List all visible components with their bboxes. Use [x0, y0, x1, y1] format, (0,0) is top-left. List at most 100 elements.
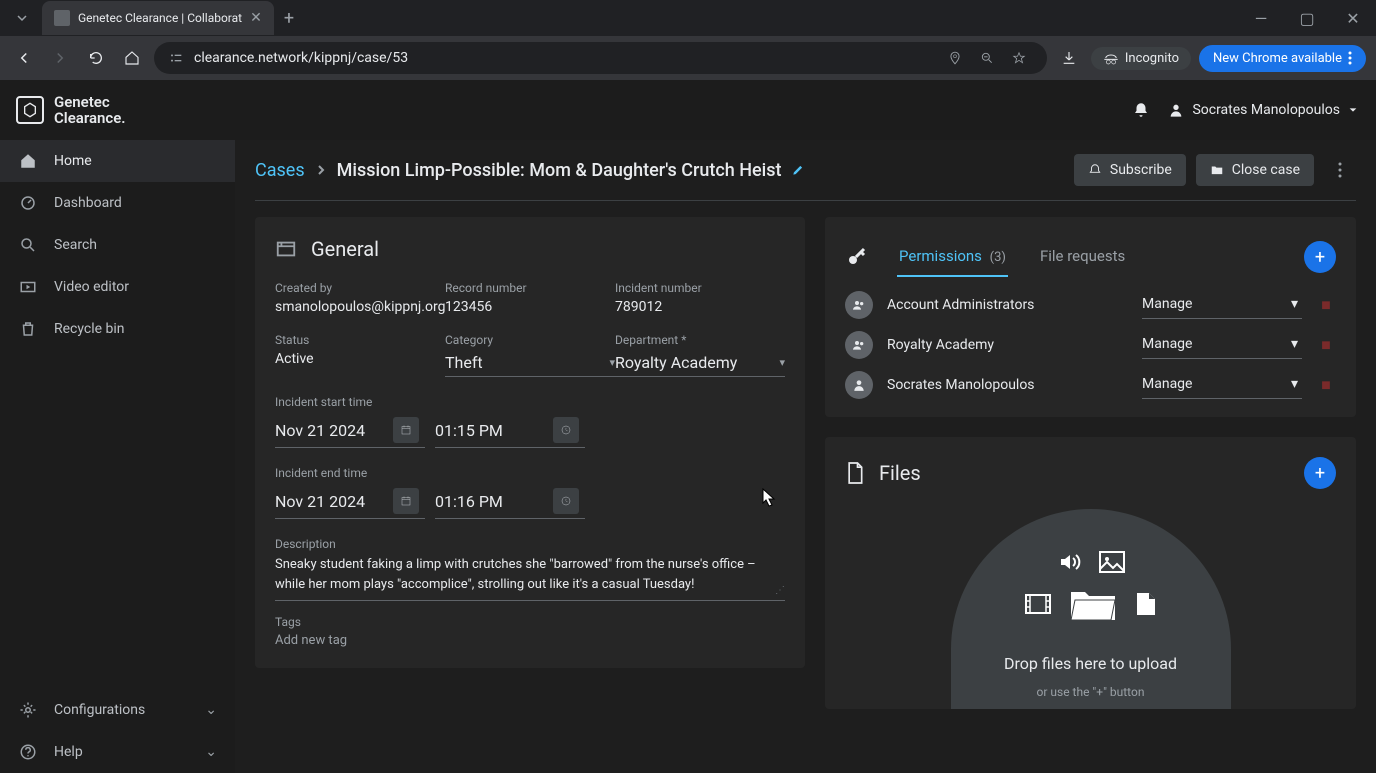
url-text: clearance.network/kippnj/case/53 — [194, 50, 408, 66]
department-label: Department * — [615, 333, 785, 347]
logo-text: Genetec Clearance. — [54, 94, 126, 127]
bookmark-star-icon[interactable] — [1005, 44, 1033, 72]
home-icon — [18, 152, 38, 170]
category-label: Category — [445, 333, 615, 347]
video-icon — [18, 278, 38, 296]
nav-forward-button[interactable] — [46, 44, 74, 72]
add-file-button[interactable]: + — [1304, 457, 1336, 489]
chevron-down-icon: ⌄ — [205, 702, 217, 718]
add-permission-button[interactable]: + — [1304, 241, 1336, 273]
general-panel: General Created by smanolopoulos@kippnj.… — [255, 217, 805, 668]
delete-permission-icon[interactable]: ■ — [1316, 295, 1336, 315]
app-logo[interactable]: Genetec Clearance. — [16, 94, 126, 127]
tab-file-requests[interactable]: File requests — [1038, 237, 1127, 277]
status-label: Status — [275, 333, 445, 347]
image-icon — [1099, 551, 1125, 573]
sidebar-item-dashboard[interactable]: Dashboard — [0, 182, 235, 224]
tab-permissions[interactable]: Permissions (3) — [897, 237, 1008, 277]
chevron-down-icon: ▾ — [1291, 336, 1298, 352]
incident-start-date-input[interactable]: Nov 21 2024 — [275, 413, 425, 448]
tab-search-dropdown[interactable] — [8, 4, 36, 32]
sidebar-item-search[interactable]: Search — [0, 224, 235, 266]
more-menu-button[interactable] — [1324, 154, 1356, 186]
nav-home-button[interactable] — [118, 44, 146, 72]
tags-label: Tags — [275, 615, 785, 629]
user-menu[interactable]: Socrates Manolopoulos — [1168, 102, 1358, 118]
incident-end-time-input[interactable]: 01:16 PM — [435, 484, 585, 519]
permission-level-dropdown[interactable]: Manage ▾ — [1142, 292, 1302, 319]
chrome-update-button[interactable]: New Chrome available — [1199, 45, 1366, 72]
record-number-label: Record number — [445, 281, 615, 295]
calendar-icon[interactable] — [393, 417, 419, 443]
delete-permission-icon[interactable]: ■ — [1316, 335, 1336, 355]
general-icon — [275, 238, 297, 260]
site-settings-icon[interactable] — [168, 50, 184, 66]
edit-title-icon[interactable] — [791, 163, 805, 177]
nav-reload-button[interactable] — [82, 44, 110, 72]
breadcrumb-cases-link[interactable]: Cases — [255, 160, 305, 181]
delete-permission-icon[interactable]: ■ — [1316, 375, 1336, 395]
resize-handle-icon[interactable]: ⋰ — [775, 583, 785, 598]
dashboard-icon — [18, 194, 38, 212]
window-minimize[interactable]: — — [1238, 0, 1284, 36]
case-title: Mission Limp-Possible: Mom & Daughter's … — [337, 160, 782, 181]
category-dropdown[interactable]: Theft ▾ — [445, 351, 615, 377]
sidebar-item-video-editor[interactable]: Video editor — [0, 266, 235, 308]
sidebar-label: Search — [54, 237, 97, 253]
permissions-panel: Permissions (3) File requests + — [825, 217, 1356, 417]
sidebar-item-help[interactable]: Help ⌄ — [0, 731, 235, 773]
drop-text: Drop files here to upload — [1004, 654, 1177, 673]
description-label: Description — [275, 537, 785, 551]
files-panel: Files + — [825, 437, 1356, 709]
bell-icon — [1088, 163, 1102, 177]
downloads-icon[interactable] — [1055, 44, 1083, 72]
incident-start-time-input[interactable]: 01:15 PM — [435, 413, 585, 448]
key-icon — [845, 245, 869, 269]
sidebar-label: Video editor — [54, 279, 129, 295]
address-bar[interactable]: clearance.network/kippnj/case/53 — [154, 42, 1047, 74]
user-name: Socrates Manolopoulos — [1192, 102, 1340, 118]
permissions-count: (3) — [990, 250, 1006, 265]
group-icon — [845, 291, 873, 319]
subscribe-button[interactable]: Subscribe — [1074, 154, 1186, 186]
window-maximize[interactable]: ▢ — [1284, 0, 1330, 36]
close-case-button[interactable]: Close case — [1196, 154, 1314, 186]
subscribe-label: Subscribe — [1110, 162, 1172, 178]
add-tag-input[interactable]: Add new tag — [275, 633, 785, 648]
incident-end-date-input[interactable]: Nov 21 2024 — [275, 484, 425, 519]
notifications-icon[interactable] — [1132, 101, 1150, 119]
sidebar-label: Help — [54, 744, 83, 760]
browser-tab[interactable]: Genetec Clearance | Collaborat ✕ — [42, 1, 274, 35]
nav-back-button[interactable] — [10, 44, 38, 72]
sidebar-label: Recycle bin — [54, 321, 125, 337]
clock-icon[interactable] — [553, 417, 579, 443]
permission-row: Account Administrators Manage ▾ ■ — [845, 291, 1336, 319]
gear-icon — [18, 701, 38, 719]
clock-icon[interactable] — [553, 488, 579, 514]
sidebar-item-home[interactable]: Home — [0, 140, 235, 182]
incident-start-label: Incident start time — [275, 395, 785, 409]
favicon-icon — [54, 10, 70, 26]
calendar-icon[interactable] — [393, 488, 419, 514]
sidebar-item-configurations[interactable]: Configurations ⌄ — [0, 689, 235, 731]
new-tab-button[interactable]: + — [284, 8, 294, 29]
record-number-value[interactable]: 123456 — [445, 299, 615, 315]
department-dropdown[interactable]: Royalty Academy ▾ — [615, 351, 785, 377]
sidebar-label: Home — [54, 153, 92, 169]
tab-title: Genetec Clearance | Collaborat — [78, 11, 242, 25]
search-icon — [18, 236, 38, 254]
sidebar-item-recycle-bin[interactable]: Recycle bin — [0, 308, 235, 350]
created-by-label: Created by — [275, 281, 445, 295]
zoom-icon[interactable] — [973, 44, 1001, 72]
created-by-value: smanolopoulos@kippnj.org — [275, 299, 445, 315]
permission-level-dropdown[interactable]: Manage ▾ — [1142, 332, 1302, 359]
window-close[interactable]: ✕ — [1330, 0, 1376, 36]
help-icon — [18, 743, 38, 761]
permission-level-dropdown[interactable]: Manage ▾ — [1142, 372, 1302, 399]
description-textarea[interactable]: Sneaky student faking a limp with crutch… — [275, 555, 785, 601]
sidebar-label: Dashboard — [54, 195, 122, 211]
incident-number-value[interactable]: 789012 — [615, 299, 785, 315]
files-dropzone[interactable]: Drop files here to upload or use the "+"… — [845, 509, 1336, 709]
close-tab-icon[interactable]: ✕ — [250, 10, 262, 26]
location-icon[interactable] — [941, 44, 969, 72]
